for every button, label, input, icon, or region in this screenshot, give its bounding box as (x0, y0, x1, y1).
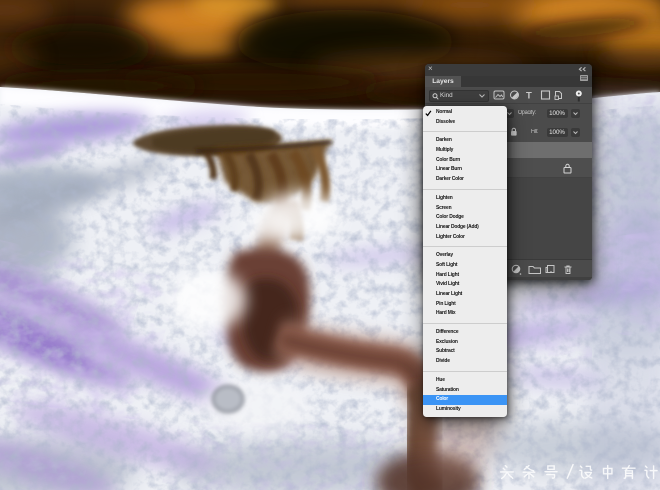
svg-text:T: T (526, 91, 532, 101)
